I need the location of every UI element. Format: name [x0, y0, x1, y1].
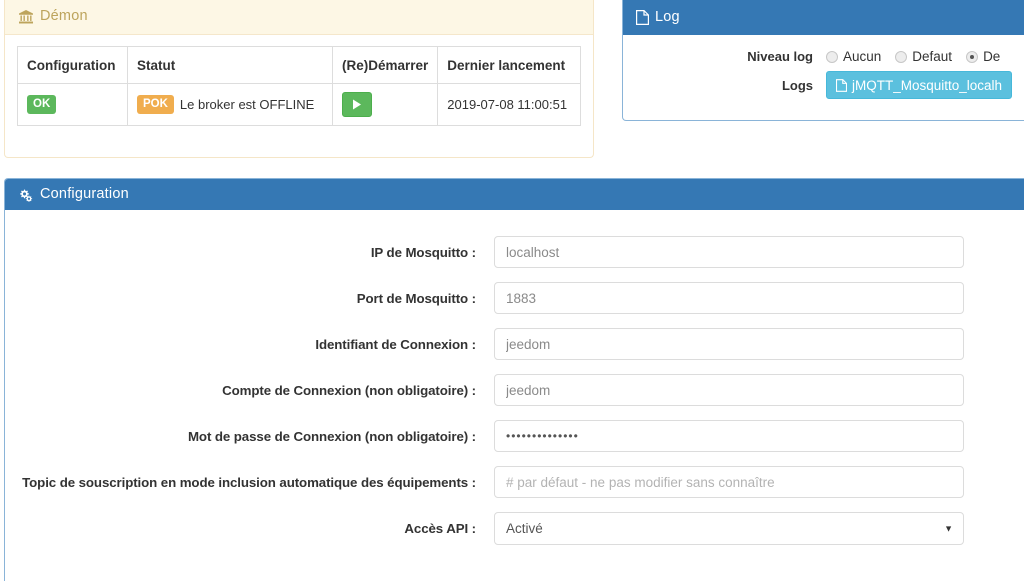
log-panel-header: Log: [623, 0, 1024, 35]
radio-dot-icon: [895, 50, 908, 63]
cell-last-launch: 2019-07-08 11:00:51: [437, 83, 581, 126]
log-panel-title: Log: [655, 8, 680, 25]
configuration-panel-header: Configuration: [5, 179, 1024, 210]
radio-log-level-debug[interactable]: De: [966, 49, 1000, 64]
radio-dot-icon: [826, 50, 838, 63]
field-row-ip-mosquitto: IP de Mosquitto :: [5, 236, 1024, 268]
play-icon: [352, 99, 362, 110]
mot-de-passe-connexion-input[interactable]: [494, 420, 964, 452]
column-header-last-launch: Dernier lancement: [437, 46, 581, 84]
acces-api-select[interactable]: Activé: [494, 512, 964, 545]
status-badge-ok: OK: [27, 95, 57, 114]
table-row: OK POK Le broker est OFFLINE 2019-07-08 …: [17, 83, 581, 126]
file-icon: [836, 78, 847, 92]
restart-daemon-button[interactable]: [342, 92, 372, 117]
log-file-name: jMQTT_Mosquitto_localh: [852, 77, 1003, 93]
label-topic-souscription: Topic de souscription en mode inclusion …: [22, 474, 476, 490]
label-identifiant-connexion: Identifiant de Connexion :: [315, 336, 476, 352]
configuration-panel-title: Configuration: [40, 186, 129, 202]
log-level-label: Niveau log: [747, 49, 813, 64]
open-log-file-button[interactable]: jMQTT_Mosquitto_localh: [826, 71, 1013, 99]
cell-configuration: OK: [17, 83, 128, 126]
file-icon: [636, 9, 649, 25]
radio-log-level-defaut[interactable]: Defaut: [895, 49, 952, 64]
daemon-panel-header: Démon: [5, 0, 593, 35]
configuration-panel: Configuration IP de Mosquitto : Port de …: [4, 178, 1024, 581]
radio-label-debug: De: [983, 49, 1001, 64]
label-acces-api: Accès API :: [404, 521, 476, 536]
radio-log-level-aucun[interactable]: Aucun: [826, 49, 881, 64]
configuration-panel-body: IP de Mosquitto : Port de Mosquitto : Id…: [5, 210, 1024, 581]
daemon-table: Configuration Statut (Re)Démarrer Dernie…: [17, 46, 581, 126]
identifiant-connexion-input[interactable]: [494, 328, 964, 360]
status-badge-pok: POK: [137, 95, 174, 114]
column-header-configuration: Configuration: [17, 46, 128, 84]
log-panel: Log Niveau log Aucun Defaut De Logs jMQT…: [622, 0, 1024, 121]
port-mosquitto-input[interactable]: [494, 282, 964, 314]
label-port-mosquitto: Port de Mosquitto :: [356, 290, 476, 306]
log-level-radio-group: Aucun Defaut De: [826, 49, 1000, 64]
field-row-topic-souscription: Topic de souscription en mode inclusion …: [5, 466, 1024, 498]
field-row-identifiant-connexion: Identifiant de Connexion :: [5, 328, 1024, 360]
radio-label-defaut: Defaut: [912, 49, 953, 64]
field-row-acces-api: Accès API : Activé ▼: [5, 512, 1024, 545]
cell-restart: [331, 83, 439, 126]
ip-mosquitto-input[interactable]: [494, 236, 964, 268]
compte-connexion-input[interactable]: [494, 374, 964, 406]
radio-dot-icon-selected: [966, 50, 979, 63]
label-ip-mosquitto: IP de Mosquitto :: [370, 244, 476, 260]
daemon-table-header-row: Configuration Statut (Re)Démarrer Dernie…: [17, 46, 581, 84]
column-header-restart: (Re)Démarrer: [331, 46, 439, 84]
daemon-panel: Démon Configuration Statut (Re)Démarrer …: [4, 0, 594, 158]
cell-statut: POK Le broker est OFFLINE: [127, 83, 333, 126]
daemon-panel-title: Démon: [40, 8, 88, 24]
radio-label-aucun: Aucun: [843, 49, 882, 64]
field-row-port-mosquitto: Port de Mosquitto :: [5, 282, 1024, 314]
field-row-compte-connexion: Compte de Connexion (non obligatoire) :: [5, 374, 1024, 406]
daemon-panel-body: Configuration Statut (Re)Démarrer Dernie…: [5, 35, 593, 138]
label-mot-de-passe-connexion: Mot de passe de Connexion (non obligatoi…: [187, 428, 476, 444]
column-header-statut: Statut: [127, 46, 333, 84]
bank-icon: [19, 9, 33, 24]
field-row-mot-de-passe: Mot de passe de Connexion (non obligatoi…: [5, 420, 1024, 452]
logs-row: Logs jMQTT_Mosquitto_localh: [623, 71, 1024, 99]
status-message: Le broker est OFFLINE: [179, 97, 315, 112]
log-level-row: Niveau log Aucun Defaut De: [623, 49, 1024, 64]
log-panel-body: Niveau log Aucun Defaut De Logs jMQTT_Mo…: [623, 35, 1024, 99]
topic-souscription-input[interactable]: [494, 466, 964, 498]
gears-icon: [18, 188, 33, 202]
logs-label: Logs: [781, 77, 813, 93]
label-compte-connexion: Compte de Connexion (non obligatoire) :: [222, 382, 476, 398]
